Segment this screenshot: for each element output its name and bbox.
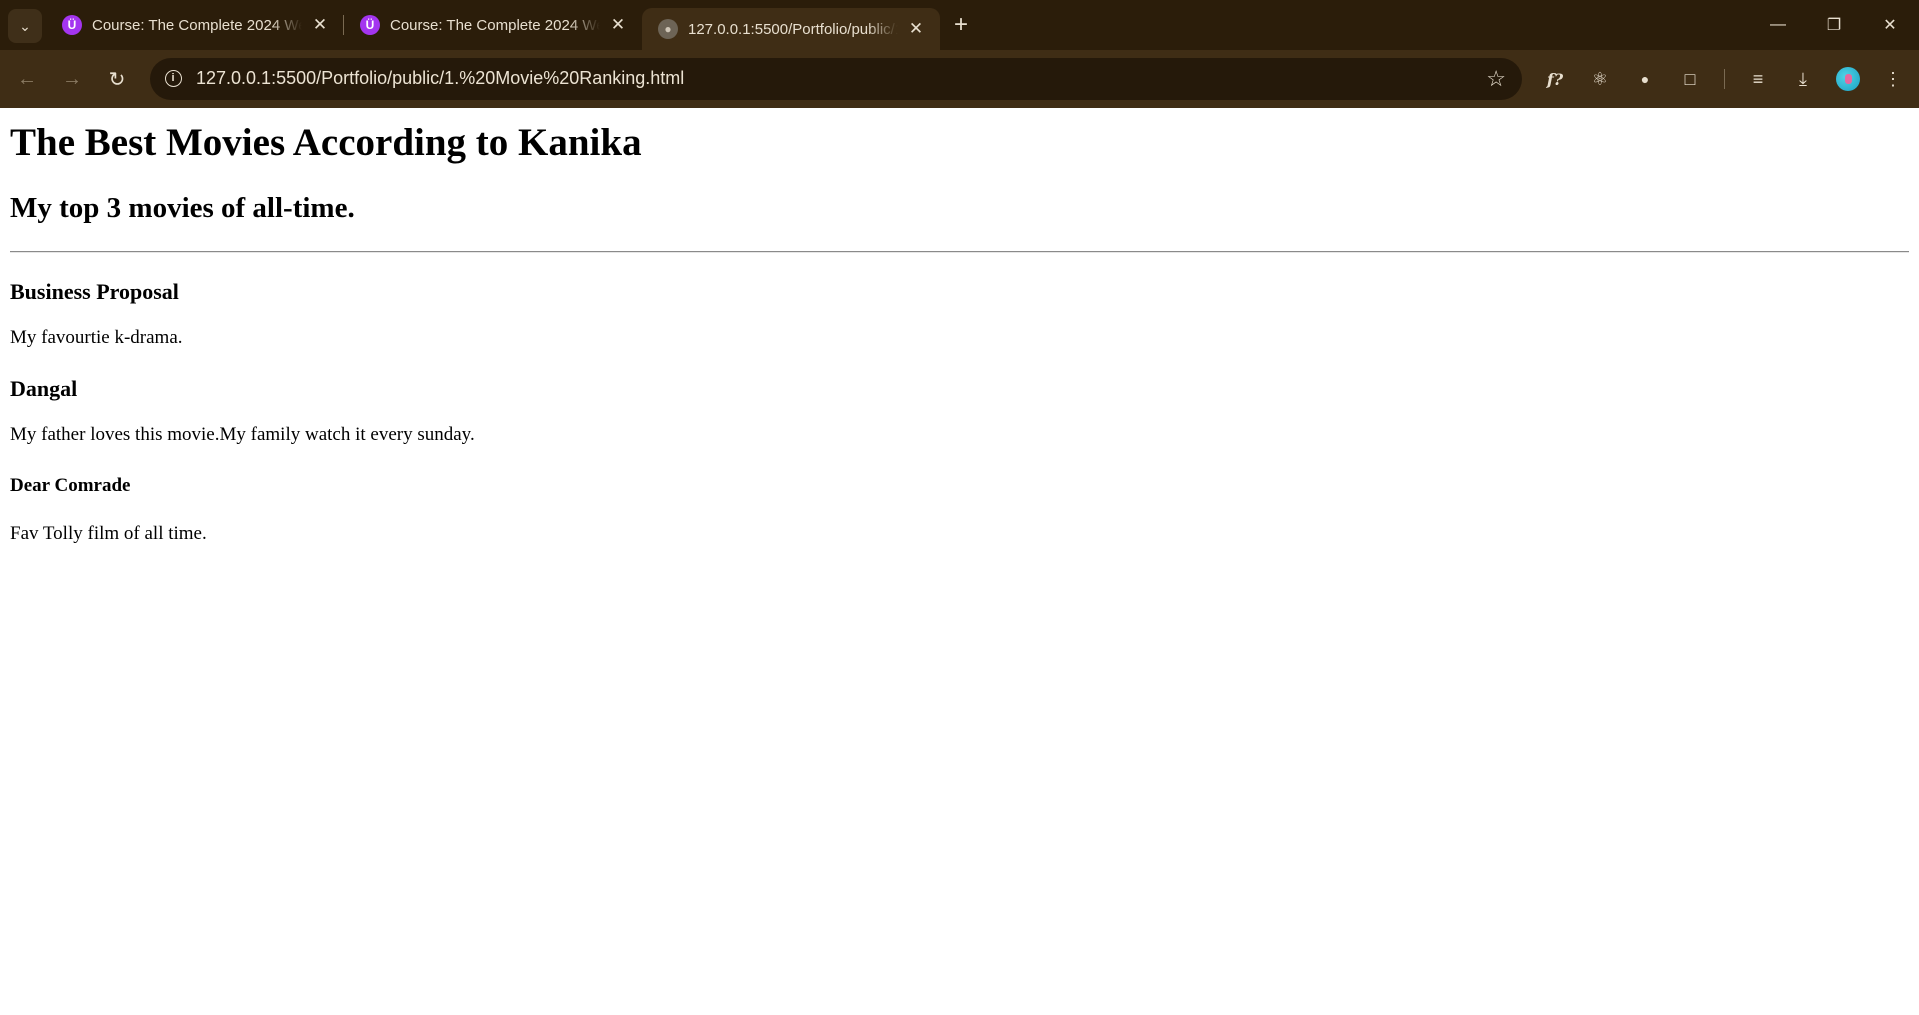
close-icon[interactable]: ✕ [606, 13, 630, 37]
reload-button[interactable]: ↻ [101, 63, 133, 95]
page-content: The Best Movies According to Kanika My t… [0, 108, 1919, 1015]
tab-title: Course: The Complete 2024 Web Developmen… [390, 16, 600, 34]
tab-movie-ranking[interactable]: ● 127.0.0.1:5500/Portfolio/public/1.%20M… [642, 8, 940, 50]
tab-title: 127.0.0.1:5500/Portfolio/public/1.%20Mov… [688, 20, 898, 38]
close-icon[interactable]: ✕ [308, 13, 332, 37]
movie-title-2: Dangal [10, 376, 78, 401]
url-text[interactable]: 127.0.0.1:5500/Portfolio/public/1.%20Mov… [196, 68, 684, 89]
tab-udemy-2[interactable]: Ü Course: The Complete 2024 Web Developm… [344, 8, 642, 42]
reload-icon: ↻ [108, 68, 126, 91]
new-tab-button[interactable]: + [948, 11, 974, 38]
globe-icon: ● [658, 19, 678, 39]
plus-icon: + [953, 11, 968, 38]
close-icon: ✕ [1883, 17, 1897, 34]
extension-fonts-button[interactable]: f? [1538, 62, 1572, 96]
movie-description-1: My favourtie k-drama. [10, 327, 183, 348]
info-icon: i [164, 69, 182, 87]
arrow-left-icon: ← [17, 67, 37, 90]
movie-title-1: Business Proposal [10, 279, 179, 304]
font-identifier-icon: f? [1546, 69, 1564, 89]
close-window-button[interactable]: ✕ [1862, 0, 1918, 50]
extensions-menu-button[interactable]: □ [1673, 62, 1707, 96]
movie-description-3: Fav Tolly film of all time. [10, 523, 207, 544]
restore-button[interactable]: ❐ [1806, 0, 1862, 50]
kebab-menu-icon: ⋮ [1884, 68, 1902, 89]
address-bar[interactable]: i 127.0.0.1:5500/Portfolio/public/1.%20M… [150, 58, 1522, 100]
back-button[interactable]: ← [11, 63, 43, 95]
close-icon[interactable]: ✕ [904, 17, 928, 41]
udemy-icon: Ü [360, 15, 380, 35]
download-icon: ⤓ [1799, 68, 1807, 89]
extension-button[interactable]: ● [1628, 62, 1662, 96]
forward-button[interactable]: → [56, 63, 88, 95]
browser-menu-button[interactable]: ⋮ [1876, 62, 1910, 96]
browser-toolbar: ← → ↻ i 127.0.0.1:5500/Portfolio/public/… [0, 50, 1919, 108]
page-subtitle: My top 3 movies of all-time. [10, 192, 355, 224]
tab-search-button[interactable]: ⌄ [8, 9, 42, 43]
tab-title: Course: The Complete 2024 Web Developmen… [92, 16, 302, 34]
puzzle-icon: □ [1684, 68, 1696, 89]
site-info-button[interactable]: i [162, 67, 184, 89]
horizontal-rule [10, 251, 1909, 253]
tab-strip: ⌄ Ü Course: The Complete 2024 Web Develo… [0, 0, 1919, 50]
udemy-icon: Ü [62, 15, 82, 35]
extension-react-button[interactable]: ⚛ [1583, 62, 1617, 96]
downloads-button[interactable]: ⤓ [1786, 62, 1820, 96]
page-title: The Best Movies According to Kanika [10, 121, 642, 164]
extension-figure-icon: ● [1640, 71, 1650, 87]
minimize-icon: — [1770, 16, 1786, 33]
react-atom-icon: ⚛ [1591, 68, 1609, 89]
restore-icon: ❐ [1826, 17, 1842, 34]
toolbar-divider [1724, 69, 1725, 89]
media-controls-button[interactable]: ≡ [1741, 62, 1775, 96]
chevron-down-icon: ⌄ [19, 17, 31, 34]
movie-title-3: Dear Comrade [10, 475, 131, 496]
minimize-button[interactable]: — [1750, 0, 1806, 50]
bookmark-star-icon[interactable]: ☆ [1486, 66, 1506, 92]
profile-avatar[interactable] [1836, 67, 1860, 91]
movie-description-2: My father loves this movie.My family wat… [10, 424, 475, 445]
arrow-right-icon: → [62, 67, 82, 90]
tab-udemy-1[interactable]: Ü Course: The Complete 2024 Web Developm… [46, 8, 344, 42]
playlist-icon: ≡ [1752, 68, 1764, 89]
